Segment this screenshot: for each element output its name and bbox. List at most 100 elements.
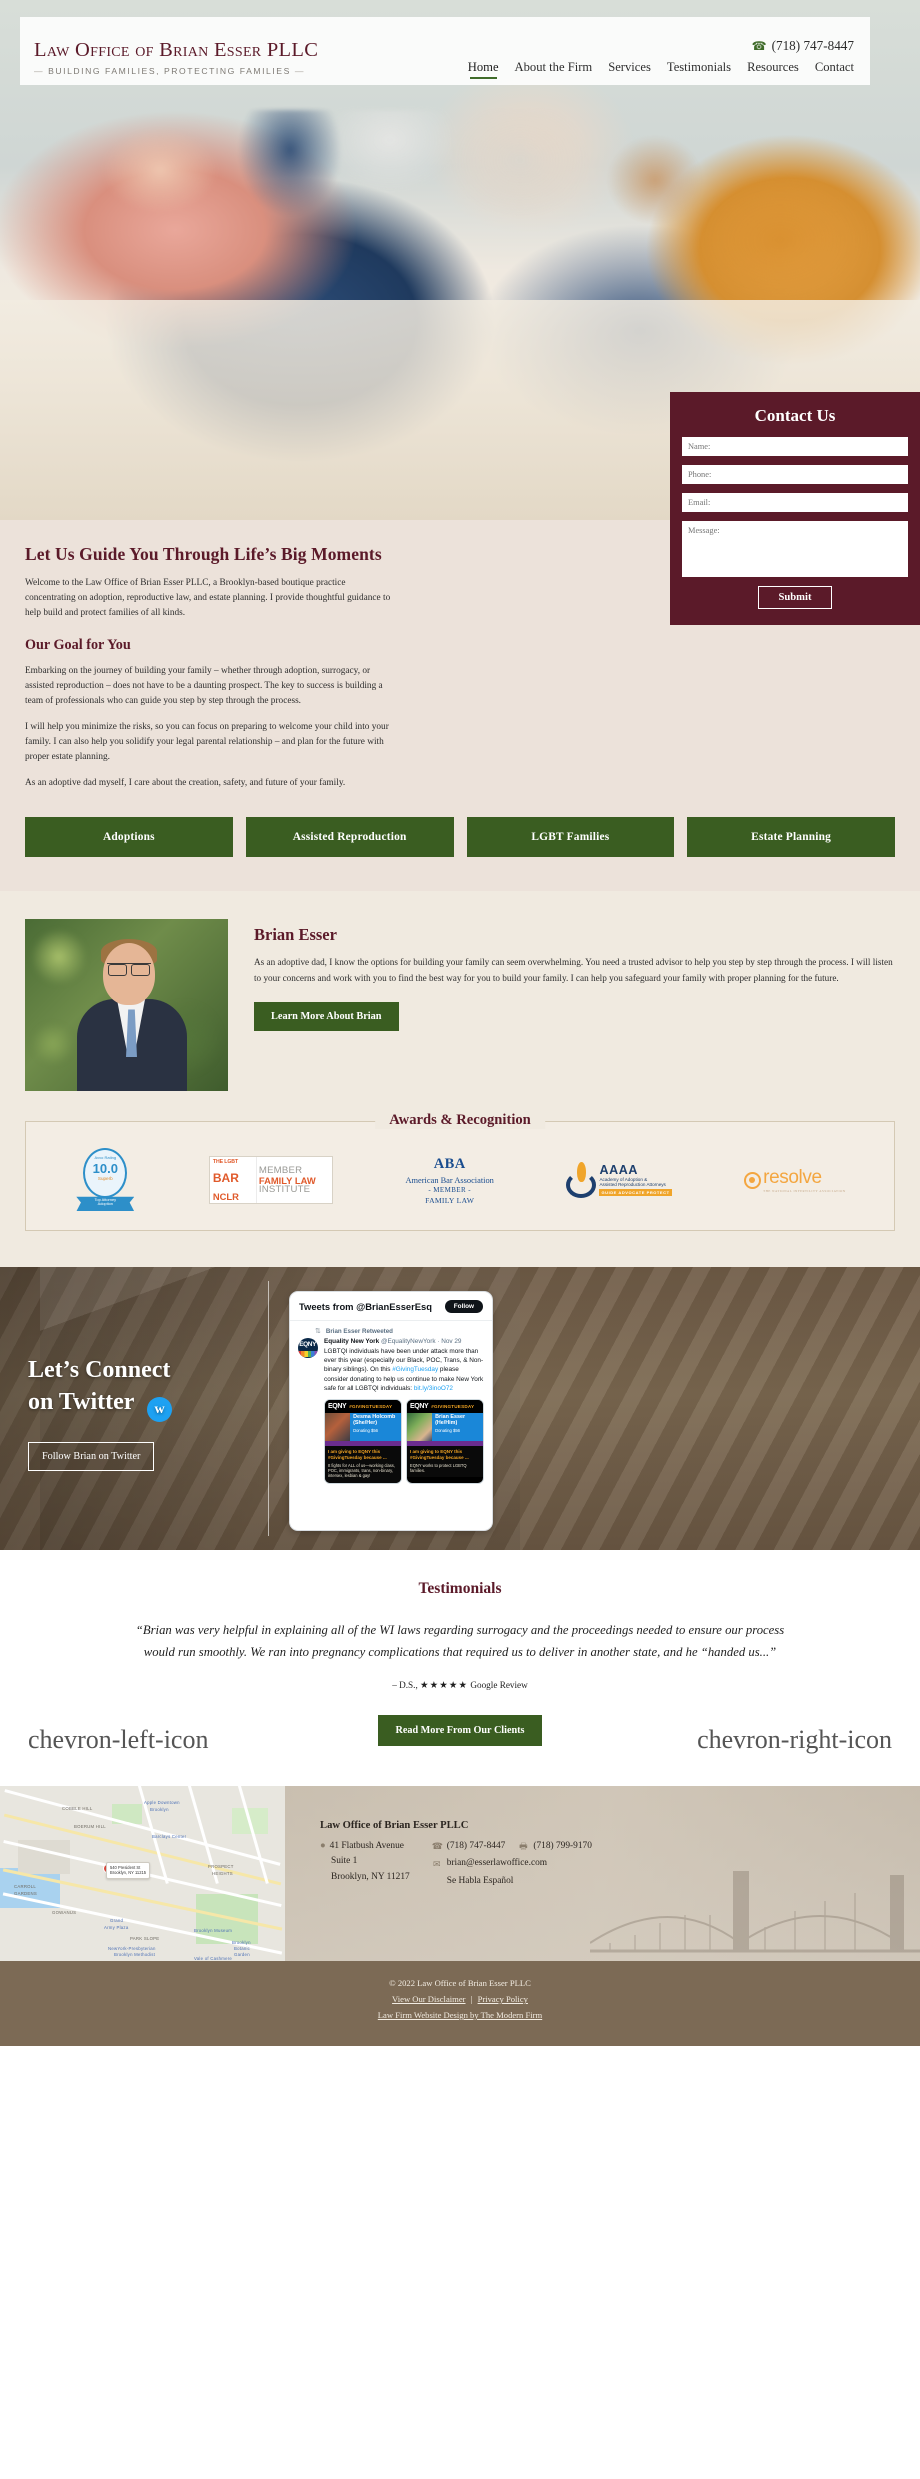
twitter-divider: [268, 1281, 269, 1537]
twitter-heading-line2-wrap: on Twitter w: [28, 1387, 172, 1423]
map-address-callout: 540 President St Brooklyn, NY 11215: [106, 1862, 151, 1879]
resolve-circle-icon: [744, 1171, 762, 1189]
main-navigation: Home About the Firm Services Testimonial…: [468, 60, 854, 79]
avvo-superb-label: Superb: [97, 1176, 113, 1182]
award-lgbt-bar[interactable]: THE LGBT BAR NCLR MEMBER FAMILY LAW INST…: [208, 1156, 333, 1205]
nav-item-services[interactable]: Services: [608, 60, 651, 79]
brand-tagline: — BUILDING FAMILIES, PROTECTING FAMILIES…: [34, 66, 318, 76]
card2-brand: EQNY: [410, 1403, 429, 1411]
map-label-heights: HEIGHTS: [212, 1871, 233, 1877]
contact-name-input[interactable]: [682, 437, 908, 456]
disclaimer-link[interactable]: View Our Disclaimer: [392, 1994, 465, 2004]
intro-paragraph-2: Embarking on the journey of building you…: [25, 666, 383, 707]
tweet-author-name[interactable]: Equality New York: [324, 1338, 379, 1345]
design-credit-link[interactable]: Law Firm Website Design by The Modern Fi…: [378, 2010, 542, 2020]
intro-paragraph-3: I will help you minimize the risks, so y…: [25, 722, 389, 763]
map-label-gardens: GARDENS: [14, 1891, 37, 1897]
copyright-text: © 2022 Law Office of Brian Esser PLLC: [389, 1978, 531, 1989]
card1-photo: [325, 1413, 351, 1442]
footer-firm-name: Law Office of Brian Esser PLLC: [320, 1820, 469, 1832]
award-aba[interactable]: ABA American Bar Association - MEMBER - …: [405, 1155, 493, 1206]
contact-submit-button[interactable]: Submit: [757, 586, 833, 609]
design-credit-line: Law Firm Website Design by The Modern Fi…: [0, 2010, 920, 2020]
practice-area-estate-planning[interactable]: Estate Planning: [687, 817, 895, 858]
nav-item-contact[interactable]: Contact: [815, 60, 854, 79]
resolve-wordmark: resolve THE NATIONAL INFERTILITY ASSOCIA…: [763, 1167, 845, 1193]
twitter-follow-button[interactable]: Follow: [444, 1300, 483, 1314]
tagline-dash-right: —: [294, 66, 305, 76]
twitter-embed-widget[interactable]: Tweets from @BrianEsserEsq Follow ⇅ Bria…: [289, 1291, 493, 1532]
aaaa-line2: Assisted Reproduction Attorneys: [599, 1182, 666, 1188]
card1-strip: Desma Holcomb (She/Her) Donating $56: [350, 1413, 401, 1442]
tweet-date-sep: ·: [437, 1338, 440, 1346]
nav-item-home[interactable]: Home: [468, 60, 499, 79]
aba-logo: ABA American Bar Association - MEMBER - …: [405, 1155, 493, 1206]
map-label-vale-of-cashmere: Vale of Cashmere: [194, 1956, 233, 1962]
footer-phone-row[interactable]: ☎ (718) 747-8447: [432, 1839, 506, 1854]
avatar-eqny-text: EQNY: [299, 1341, 317, 1349]
tweet-card-1[interactable]: EQNY #GIVINGTUESDAY Desma Holcomb (She/H…: [324, 1399, 402, 1484]
footer-address: ● 41 Flatbush Avenue Suite 1 Brooklyn, N…: [320, 1839, 410, 1891]
attorney-bio-section: Brian Esser As an adoptive dad, I know t…: [0, 891, 920, 1122]
brand-logo[interactable]: Law Office of Brian Esser PLLC — BUILDIN…: [20, 39, 318, 85]
awards-section: Awards & Recognition Avvo Rating 10.0 Su…: [0, 1112, 920, 1268]
award-aaaa[interactable]: AAAA Academy of Adoption & Assisted Repr…: [566, 1162, 672, 1199]
tweet-avatar[interactable]: EQNY: [298, 1338, 318, 1359]
twitter-bird-icon: w: [147, 1397, 172, 1423]
card2-hashtag: #GIVINGTUESDAY: [431, 1404, 475, 1410]
contact-form-panel: Contact Us Submit: [670, 392, 920, 625]
practice-area-adoptions[interactable]: Adoptions: [25, 817, 233, 858]
page-title: Let Us Guide You Through Life’s Big Mome…: [25, 544, 382, 564]
avvo-badge-icon: Avvo Rating 10.0 Superb Top Attorney Ado…: [74, 1148, 136, 1212]
office-location-map[interactable]: 540 President St Brooklyn, NY 11215 COBB…: [0, 1786, 285, 1962]
card2-top: EQNY #GIVINGTUESDAY: [407, 1400, 483, 1414]
footer-info-section: 540 President St Brooklyn, NY 11215 COBB…: [0, 1786, 920, 1962]
tweet-author-handle[interactable]: @EqualityNewYork: [381, 1338, 436, 1345]
learn-more-about-brian-button[interactable]: Learn More About Brian: [254, 1002, 399, 1032]
card1-donation: Donating $56: [353, 1428, 378, 1434]
practice-area-lgbt-families[interactable]: LGBT Families: [466, 817, 675, 858]
header-phone[interactable]: ☎ (718) 747-8447: [752, 38, 854, 54]
map-label-prospect: PROSPECT: [208, 1864, 234, 1870]
nav-item-about-the-firm[interactable]: About the Firm: [515, 60, 593, 79]
tweet-card-2[interactable]: EQNY #GIVINGTUESDAY Brian Esser (He/Him)…: [406, 1399, 484, 1484]
testimonial-next-button[interactable]: chevron-right-icon: [697, 1725, 892, 1755]
phone-icon: ☎: [751, 38, 767, 53]
lgbt-bar-right: MEMBER FAMILY LAW INSTITUTE: [255, 1157, 332, 1204]
contact-message-input[interactable]: [682, 521, 908, 577]
award-avvo[interactable]: Avvo Rating 10.0 Superb Top Attorney Ado…: [74, 1148, 136, 1212]
tagline-text: BUILDING FAMILIES, PROTECTING FAMILIES: [48, 66, 291, 76]
footer-phone-fax-row: ☎ (718) 747-8447 🖶 (718) 799-9170: [432, 1839, 592, 1856]
nav-item-testimonials[interactable]: Testimonials: [667, 60, 731, 79]
privacy-policy-link[interactable]: Privacy Policy: [478, 1994, 528, 2004]
card2-donation: Donating $56: [435, 1428, 460, 1434]
aba-member: - MEMBER -: [428, 1186, 471, 1195]
award-resolve[interactable]: resolve THE NATIONAL INFERTILITY ASSOCIA…: [744, 1167, 845, 1193]
contact-email-input[interactable]: [682, 493, 908, 512]
aba-section: FAMILY LAW: [425, 1195, 475, 1205]
map-label-grand: Grand: [110, 1918, 124, 1924]
lgbt-bar-institute: INSTITUTE: [258, 1184, 311, 1196]
nav-item-resources[interactable]: Resources: [747, 60, 799, 79]
attorney-glasses: [107, 963, 151, 977]
card1-quote-line1: I am giving to EQNY this #GivingTuesday …: [328, 1449, 387, 1460]
map-callout-line2: Brooklyn, NY 11215: [110, 1870, 147, 1876]
testimonial-prev-button[interactable]: chevron-left-icon: [28, 1725, 208, 1755]
lgbt-bar-the-lgbt: THE LGBT: [212, 1159, 239, 1166]
phone-icon: ☎: [431, 1841, 443, 1852]
tweet-hashtag[interactable]: #GivingTuesday: [392, 1366, 438, 1373]
footer-email-row[interactable]: ✉ brian@esserlawoffice.com: [432, 1856, 592, 1871]
practice-area-assisted-reproduction[interactable]: Assisted Reproduction: [245, 817, 454, 858]
practice-areas-row: Adoptions Assisted Reproduction LGBT Fam…: [25, 817, 895, 858]
map-label-cobble-hill: COBBLE HILL: [62, 1806, 93, 1812]
map-label-boerum-hill: BOERUM HILL: [74, 1824, 106, 1830]
contact-phone-input[interactable]: [682, 465, 908, 484]
read-more-clients-button[interactable]: Read More From Our Clients: [378, 1715, 542, 1747]
tweet-content: Equality New York @EqualityNewYork · Nov…: [324, 1338, 484, 1393]
aaaa-mark-icon: [566, 1162, 597, 1199]
follow-brian-on-twitter-button[interactable]: Follow Brian on Twitter: [28, 1442, 155, 1472]
header-phone-number: (718) 747-8447: [771, 38, 854, 53]
map-label-botanic: Botanic: [234, 1946, 251, 1952]
twitter-heading-line2: on Twitter: [28, 1388, 134, 1415]
tweet-link[interactable]: bit.ly/3inoO72: [414, 1385, 453, 1392]
